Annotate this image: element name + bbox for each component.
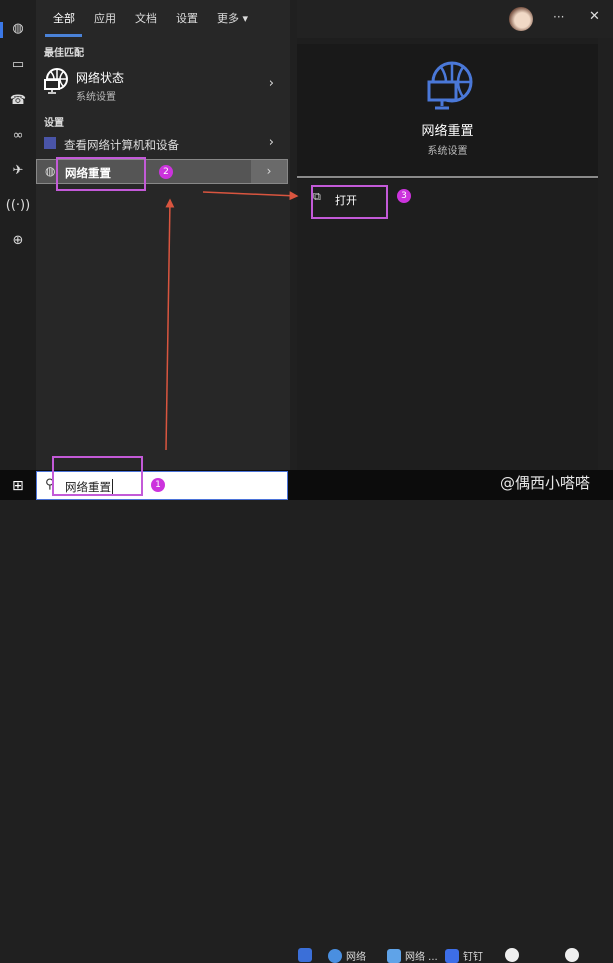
settings-cube-icon — [387, 948, 401, 963]
dingtalk-icon — [445, 948, 459, 963]
taskbar-qq-2[interactable] — [565, 948, 579, 962]
arrow-right — [202, 191, 299, 201]
annotation-box-search — [52, 456, 143, 496]
taskbar-qq[interactable] — [505, 948, 519, 962]
taskbar-label: 网络 — [346, 952, 366, 963]
annotation-arrows — [165, 191, 299, 451]
annotation-box-open — [311, 185, 388, 219]
network-app-icon — [328, 948, 342, 963]
annotation-badge-3: 3 — [397, 189, 411, 203]
annotation-badge-2: 2 — [159, 165, 173, 179]
arrow-up — [165, 198, 175, 451]
taskbar-dingtalk[interactable]: 钉钉 — [445, 948, 483, 963]
annotation-box-result — [56, 157, 146, 191]
taskbar-label: 钉钉 — [463, 952, 483, 963]
taskbar-video-app[interactable] — [298, 948, 312, 962]
qq-icon — [565, 948, 579, 962]
qq-icon — [505, 948, 519, 962]
taskbar-network[interactable]: 网络 — [328, 948, 366, 963]
video-app-icon — [298, 948, 312, 962]
annotation-badge-1: 1 — [151, 478, 165, 492]
taskbar-label: 网络 ... — [405, 952, 438, 963]
taskbar-network-settings[interactable]: 网络 ... — [387, 948, 438, 963]
